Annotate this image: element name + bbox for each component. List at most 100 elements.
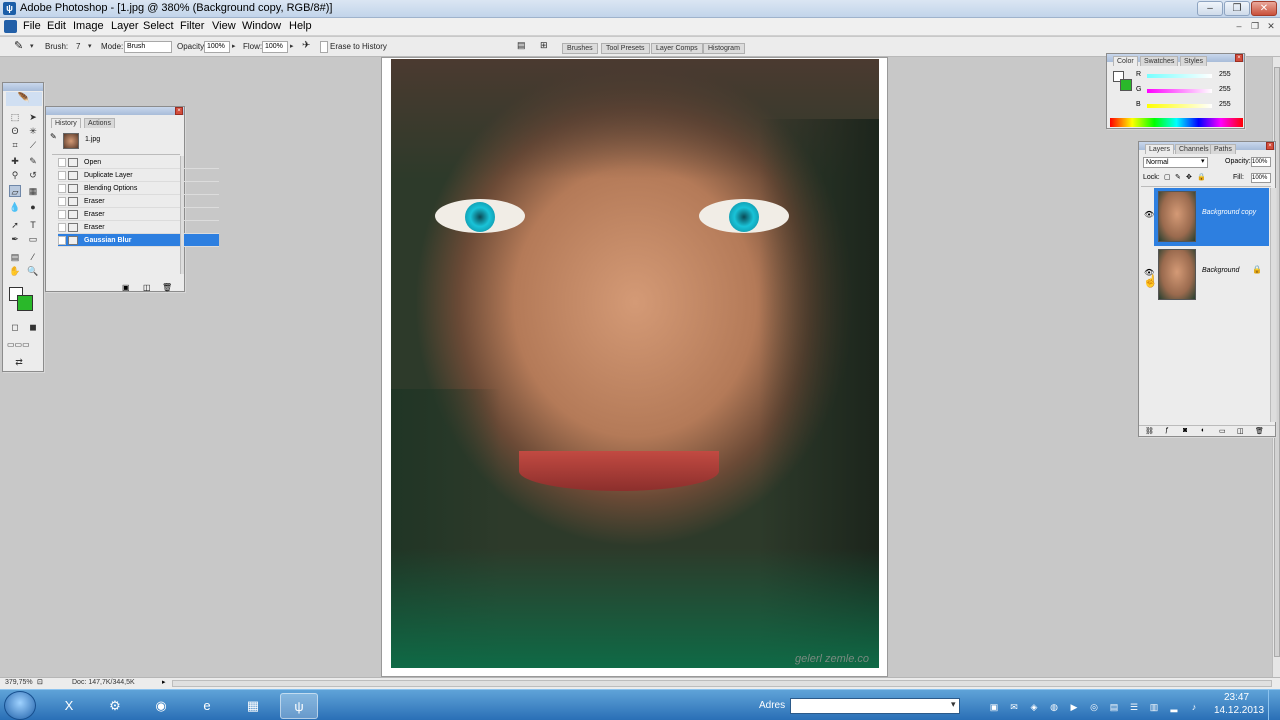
channel-r-value[interactable]: 255 [1219, 71, 1231, 78]
background-color-swatch[interactable] [17, 295, 33, 311]
new-snapshot-icon[interactable]: ◫ [143, 283, 151, 292]
file-browser-icon[interactable]: ⊞ [540, 40, 548, 51]
brush-picker-arrow-icon[interactable]: ▾ [88, 42, 92, 50]
palette-well-icon[interactable]: ▤ [517, 40, 526, 51]
tray-icon-4[interactable]: ◍ [1048, 701, 1060, 713]
feather-logo-icon[interactable]: 🪶 [6, 92, 42, 106]
eyedropper-tool-icon[interactable]: ⁄ [27, 251, 39, 263]
firefox-taskbar-icon[interactable]: ◉ [142, 693, 180, 719]
notes-tool-icon[interactable]: ▤ [9, 251, 21, 263]
well-tab-histogram[interactable]: Histogram [703, 43, 745, 54]
link-layers-icon[interactable]: ⛓ [1145, 427, 1154, 435]
lock-image-icon[interactable]: ✎ [1175, 173, 1181, 181]
tab-styles[interactable]: Styles [1180, 56, 1208, 66]
erase-to-history-checkbox[interactable] [320, 41, 328, 53]
channel-r-slider[interactable] [1147, 74, 1212, 78]
maximize-button[interactable]: ❐ [1224, 1, 1250, 16]
healing-brush-icon[interactable]: ✚ [9, 155, 21, 167]
menu-image[interactable]: Image [73, 20, 104, 32]
well-tab-tool-presets[interactable]: Tool Presets [601, 43, 650, 54]
doc-restore-button[interactable]: ❐ [1249, 21, 1261, 32]
delete-layer-icon[interactable]: 🗑 [1255, 427, 1264, 435]
blend-mode-select[interactable]: Normal [1143, 157, 1208, 168]
address-dropdown-arrow-icon[interactable]: ▾ [951, 699, 956, 710]
opacity-field[interactable]: 100% [204, 41, 230, 53]
tray-icon-8[interactable]: ☰ [1128, 701, 1140, 713]
tray-icon-1[interactable]: ▣ [988, 701, 1000, 713]
history-item[interactable]: Eraser [58, 195, 219, 208]
tool-preset-arrow-icon[interactable]: ▾ [30, 42, 34, 50]
menu-filter[interactable]: Filter [180, 20, 204, 32]
tab-history[interactable]: History [51, 118, 81, 128]
well-tab-brushes[interactable]: Brushes [562, 43, 598, 54]
lock-all-icon[interactable]: 🔒 [1197, 173, 1206, 181]
gradient-tool-icon[interactable]: ▦ [27, 185, 39, 197]
type-tool-icon[interactable]: T [27, 219, 39, 231]
tab-actions[interactable]: Actions [84, 118, 115, 128]
opacity-slider-arrow-icon[interactable]: ▸ [232, 42, 236, 50]
well-tab-layer-comps[interactable]: Layer Comps [651, 43, 703, 54]
flow-slider-arrow-icon[interactable]: ▸ [290, 42, 294, 50]
blend-mode-arrow-icon[interactable]: ▾ [1201, 157, 1205, 165]
lasso-tool-icon[interactable]: ʘ [9, 125, 21, 137]
layer-style-icon[interactable]: ƒ [1165, 427, 1169, 434]
menu-view[interactable]: View [212, 20, 236, 32]
adjustment-layer-icon[interactable]: ◐ [1201, 427, 1205, 434]
quick-mask-off-icon[interactable]: ◻ [9, 321, 21, 333]
screen-mode-icon[interactable]: ▭▭▭ [7, 339, 30, 351]
close-button[interactable]: ✕ [1251, 1, 1277, 16]
menu-window[interactable]: Window [242, 20, 281, 32]
status-menu-arrow-icon[interactable]: ▸ [162, 678, 166, 686]
volume-icon[interactable]: ♪ [1188, 701, 1200, 713]
slice-tool-icon[interactable]: ⟋ [27, 139, 39, 151]
clock-date[interactable]: 14.12.2013 [1214, 705, 1264, 716]
tray-icon-6[interactable]: ◎ [1088, 701, 1100, 713]
fill-field[interactable]: 100% [1251, 173, 1271, 183]
network-icon[interactable]: ▂ [1168, 701, 1180, 713]
layers-close-icon[interactable]: × [1266, 142, 1274, 150]
document-icon[interactable] [4, 20, 17, 33]
quick-mask-on-icon[interactable]: ◼ [27, 321, 39, 333]
horizontal-scrollbar[interactable] [172, 680, 1272, 687]
tab-color[interactable]: Color [1113, 56, 1138, 66]
history-item[interactable]: Open [58, 156, 219, 169]
history-item[interactable]: Duplicate Layer [58, 169, 219, 182]
magic-wand-tool-icon[interactable]: ✳ [27, 125, 39, 137]
zoom-level[interactable]: 379,75% [5, 679, 33, 686]
menu-select[interactable]: Select [143, 20, 174, 32]
clone-stamp-icon[interactable]: ⚲ [9, 169, 21, 181]
new-layer-icon[interactable]: ◫ [1237, 427, 1244, 435]
doc-minimize-button[interactable]: – [1233, 21, 1245, 32]
channel-b-value[interactable]: 255 [1219, 101, 1231, 108]
dodge-tool-icon[interactable]: ● [27, 201, 39, 213]
history-item[interactable]: Eraser [58, 221, 219, 234]
internet-explorer-taskbar-icon[interactable]: e [188, 693, 226, 719]
shape-tool-icon[interactable]: ▭ [27, 233, 39, 245]
tray-icon-7[interactable]: ▤ [1108, 701, 1120, 713]
jump-to-imageready-icon[interactable]: ⇄ [13, 356, 25, 368]
history-brush-icon[interactable]: ↺ [27, 169, 39, 181]
layer-row[interactable]: Background 🔒 [1154, 246, 1269, 304]
tab-swatches[interactable]: Swatches [1140, 56, 1179, 66]
menu-file[interactable]: File [23, 20, 41, 32]
app-taskbar-icon[interactable]: ⚙ [96, 693, 134, 719]
history-scrollbar[interactable] [180, 156, 184, 274]
explorer-taskbar-icon[interactable]: ▦ [234, 693, 272, 719]
visibility-eye-icon[interactable]: 👁 [1144, 210, 1154, 219]
menu-edit[interactable]: Edit [47, 20, 66, 32]
crop-tool-icon[interactable]: ⌗ [9, 139, 21, 151]
excel-taskbar-icon[interactable]: X [50, 693, 88, 719]
tab-channels[interactable]: Channels [1175, 144, 1213, 154]
brush-tool-icon[interactable]: ✎ [27, 155, 39, 167]
trash-icon[interactable]: 🗑 [162, 283, 172, 292]
layer-row-selected[interactable]: Background copy [1154, 188, 1269, 246]
menu-layer[interactable]: Layer [111, 20, 139, 32]
channel-g-slider[interactable] [1147, 89, 1212, 93]
move-tool-icon[interactable]: ➤ [27, 111, 39, 123]
blur-tool-icon[interactable]: 💧 [9, 201, 21, 213]
eraser-tool-icon[interactable]: ▱ [9, 185, 21, 197]
history-item-selected[interactable]: Gaussian Blur [58, 234, 219, 247]
flow-field[interactable]: 100% [262, 41, 288, 53]
photoshop-taskbar-icon[interactable]: ψ [280, 693, 318, 719]
start-button[interactable] [4, 691, 36, 720]
